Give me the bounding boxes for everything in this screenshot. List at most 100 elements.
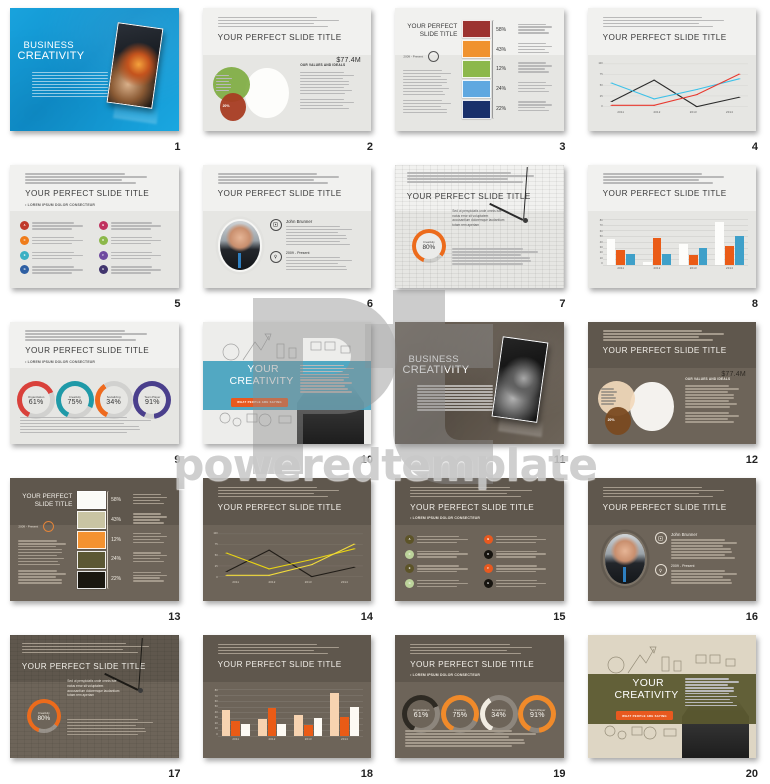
slide-thumbnail-11[interactable]: BUSINESS CREATIVITY — [395, 321, 564, 445]
swatch-description — [518, 22, 557, 41]
slide-canvas[interactable]: YOUR PERFECT SLIDE TITLE 20% $77.4M OUR VAL… — [202, 8, 371, 131]
slide-kicker-text — [217, 486, 356, 499]
slide-canvas[interactable]: YOUR PERFECT SLIDE TITLE • LOREM IPSUM DO… — [395, 478, 564, 602]
slide-thumbnail-2[interactable]: YOUR PERFECT SLIDE TITLE 20% $77.4M OUR VAL… — [202, 8, 371, 131]
swatch-percent-label: 12% — [496, 66, 507, 73]
slide-thumbnail-1[interactable]: BUSINESS CREATIVITY — [10, 8, 179, 131]
slide-thumbnail-16[interactable]: YOUR PERFECT SLIDE TITLE John Brunner 2009… — [587, 478, 756, 602]
letter-badge-e: E — [405, 564, 415, 574]
person-name-row: John Brunner — [654, 532, 746, 560]
slide-thumbnail-18[interactable]: YOUR PERFECT SLIDE TITLE 80 70 60 50 40 30 20 10… — [202, 635, 371, 758]
slide-canvas[interactable]: YOUR PERFECT SLIDE TITLE • LOREM IPSUM DO… — [395, 635, 564, 758]
bar-series-orange — [725, 246, 734, 266]
slide-kicker-text — [602, 486, 741, 499]
slide-thumbnail-4[interactable]: YOUR PERFECT SLIDE TITLE 100 75 50 25 0 2011 20… — [587, 8, 756, 131]
data-point — [352, 544, 356, 545]
slide-canvas[interactable]: BUSINESS CREATIVITY — [395, 321, 564, 445]
list-item[interactable]: A — [405, 534, 475, 548]
slide-thumbnail-6[interactable]: YOUR PERFECT SLIDE TITLE John Brunner 2009… — [202, 164, 371, 288]
slide-canvas[interactable]: YOUR PERFECT SLIDE TITLE 20% $77.4M OUR VAL… — [587, 321, 756, 445]
slide-canvas[interactable]: YOUR PERFECT SLIDE TITLE Creativity 80% Sed… — [395, 164, 564, 288]
list-item[interactable]: F — [483, 564, 554, 577]
slide-thumbnail-9[interactable]: YOUR PERFECT SLIDE TITLE • LOREM IPSUM DO… — [10, 321, 179, 445]
slide-thumbnail-17[interactable]: YOUR PERFECT SLIDE TITLE Creativity 80% Sed… — [10, 635, 179, 758]
placeholder-text-block — [416, 385, 493, 411]
list-item-text — [417, 579, 475, 589]
swatch-percent-label: 58% — [496, 27, 507, 34]
slide-number: 12 — [745, 454, 758, 467]
slide-canvas[interactable]: YOUR PERFECT SLIDE TITLE 80 70 60 50 40 30 20 10… — [587, 164, 756, 288]
placeholder-text-block — [25, 330, 163, 341]
list-item[interactable]: D — [483, 549, 554, 563]
placeholder-text-block — [670, 539, 746, 559]
bar-series-white — [642, 262, 652, 266]
band-title-line2: CREATIVITY — [229, 375, 294, 388]
slide-canvas[interactable]: YOUR PERFECT SLIDE TITLE 2009 - Present 58%… — [395, 8, 564, 131]
list-item[interactable]: B — [483, 534, 554, 548]
list-item[interactable]: D — [98, 235, 169, 249]
placeholder-text-block — [217, 16, 356, 27]
bar-series-peach — [330, 692, 340, 736]
slide-canvas[interactable]: YOUR PERFECT SLIDE TITLE John Brunner 2009… — [587, 478, 756, 602]
swatch-description — [518, 41, 557, 60]
list-item[interactable]: G — [405, 578, 475, 592]
list-item[interactable]: A — [20, 221, 90, 234]
placeholder-text-block — [217, 173, 356, 184]
bar-series-blue — [626, 253, 635, 266]
slide-thumbnail-19[interactable]: YOUR PERFECT SLIDE TITLE • LOREM IPSUM DO… — [395, 635, 564, 758]
list-item[interactable]: H — [98, 265, 169, 278]
slide-thumbnail-8[interactable]: YOUR PERFECT SLIDE TITLE 80 70 60 50 40 30 20 10… — [587, 164, 756, 288]
slide-thumbnail-3[interactable]: YOUR PERFECT SLIDE TITLE 2009 - Present 58%… — [395, 8, 564, 131]
venn-diagram: 20% — [212, 66, 291, 123]
slide-thumbnail-7[interactable]: YOUR PERFECT SLIDE TITLE Creativity 80% Sed… — [395, 164, 564, 288]
list-item[interactable]: E — [405, 564, 475, 577]
slide-cell: BUSINESS CREATIVITY 1 — [0, 0, 193, 157]
ring-value: 34% — [491, 712, 506, 720]
slide-thumbnail-15[interactable]: YOUR PERFECT SLIDE TITLE • LOREM IPSUM DO… — [395, 478, 564, 602]
list-item[interactable]: B — [98, 221, 169, 234]
cta-button[interactable]: WHAT PEOPLE ARE SAYING — [231, 397, 288, 407]
slide-thumbnail-13[interactable]: YOUR PERFECT SLIDE TITLE 2009 - Present 58%… — [10, 478, 179, 602]
slide-canvas[interactable]: YOUR CREATIVITY WHAT PEOPLE ARE SAYING — [587, 635, 756, 758]
placeholder-text-block — [602, 330, 741, 341]
y-axis-labels: 80 70 60 50 40 30 20 10 0 — [208, 689, 218, 735]
list-item[interactable]: F — [98, 250, 169, 264]
placeholder-text-block — [670, 570, 746, 584]
avatar — [602, 532, 648, 586]
placeholder-text-block — [495, 579, 554, 588]
slide-canvas[interactable]: YOUR PERFECT SLIDE TITLE Creativity 80% Sed… — [10, 635, 179, 758]
slide-thumbnail-12[interactable]: YOUR PERFECT SLIDE TITLE 20% $77.4M OUR VAL… — [587, 321, 756, 445]
slide-subtitle: • LOREM IPSUM DOLOR CONSECTEUR — [410, 516, 481, 521]
hero-body-copy — [416, 385, 493, 412]
slide-canvas[interactable]: YOUR PERFECT SLIDE TITLE 100 75 50 25 0 2011 20… — [202, 478, 371, 602]
placeholder-text-block — [495, 550, 554, 558]
slide-header-band — [202, 8, 371, 55]
list-item-text — [495, 564, 554, 574]
swatch-description — [133, 511, 172, 530]
slide-thumbnail-20[interactable]: YOUR CREATIVITY WHAT PEOPLE ARE SAYING — [587, 635, 756, 758]
list-item[interactable]: H — [483, 578, 554, 592]
slide-canvas[interactable]: YOUR PERFECT SLIDE TITLE • LOREM IPSUM DO… — [10, 321, 179, 445]
values-heading: OUR VALUES AND IDEALS — [685, 376, 731, 381]
slide-canvas[interactable]: YOUR CREATIVITY WHAT PEOPLE ARE SAYING — [202, 321, 371, 445]
list-item-text — [495, 550, 554, 560]
list-item[interactable]: C — [20, 235, 90, 249]
slide-canvas[interactable]: YOUR PERFECT SLIDE TITLE John Brunner 2009… — [202, 164, 371, 288]
slide-thumbnail-5[interactable]: YOUR PERFECT SLIDE TITLE • LOREM IPSUM DO… — [10, 164, 179, 288]
swatch-column — [462, 20, 492, 119]
slide-canvas[interactable]: BUSINESS CREATIVITY — [10, 8, 179, 131]
slide-thumbnail-10[interactable]: YOUR CREATIVITY WHAT PEOPLE ARE SAYING — [202, 321, 371, 445]
slide-canvas[interactable]: YOUR PERFECT SLIDE TITLE 100 75 50 25 0 2011 20… — [587, 8, 756, 131]
list-item[interactable]: E — [20, 250, 90, 264]
slide-thumbnail-14[interactable]: YOUR PERFECT SLIDE TITLE 100 75 50 25 0 2011 20… — [202, 478, 371, 602]
slide-number: 10 — [360, 454, 373, 467]
list-item[interactable]: C — [405, 549, 475, 563]
cta-button[interactable]: WHAT PEOPLE ARE SAYING — [616, 711, 673, 721]
slide-canvas[interactable]: YOUR PERFECT SLIDE TITLE • LOREM IPSUM DO… — [10, 164, 179, 288]
slide-canvas[interactable]: YOUR PERFECT SLIDE TITLE 2009 - Present 58%… — [10, 478, 179, 602]
list-item[interactable]: G — [20, 265, 90, 278]
lightbulb-icon — [654, 564, 667, 577]
placeholder-text-block — [518, 42, 557, 54]
play-badge-icon — [654, 532, 667, 545]
slide-canvas[interactable]: YOUR PERFECT SLIDE TITLE 80 70 60 50 40 30 20 10… — [202, 635, 371, 758]
